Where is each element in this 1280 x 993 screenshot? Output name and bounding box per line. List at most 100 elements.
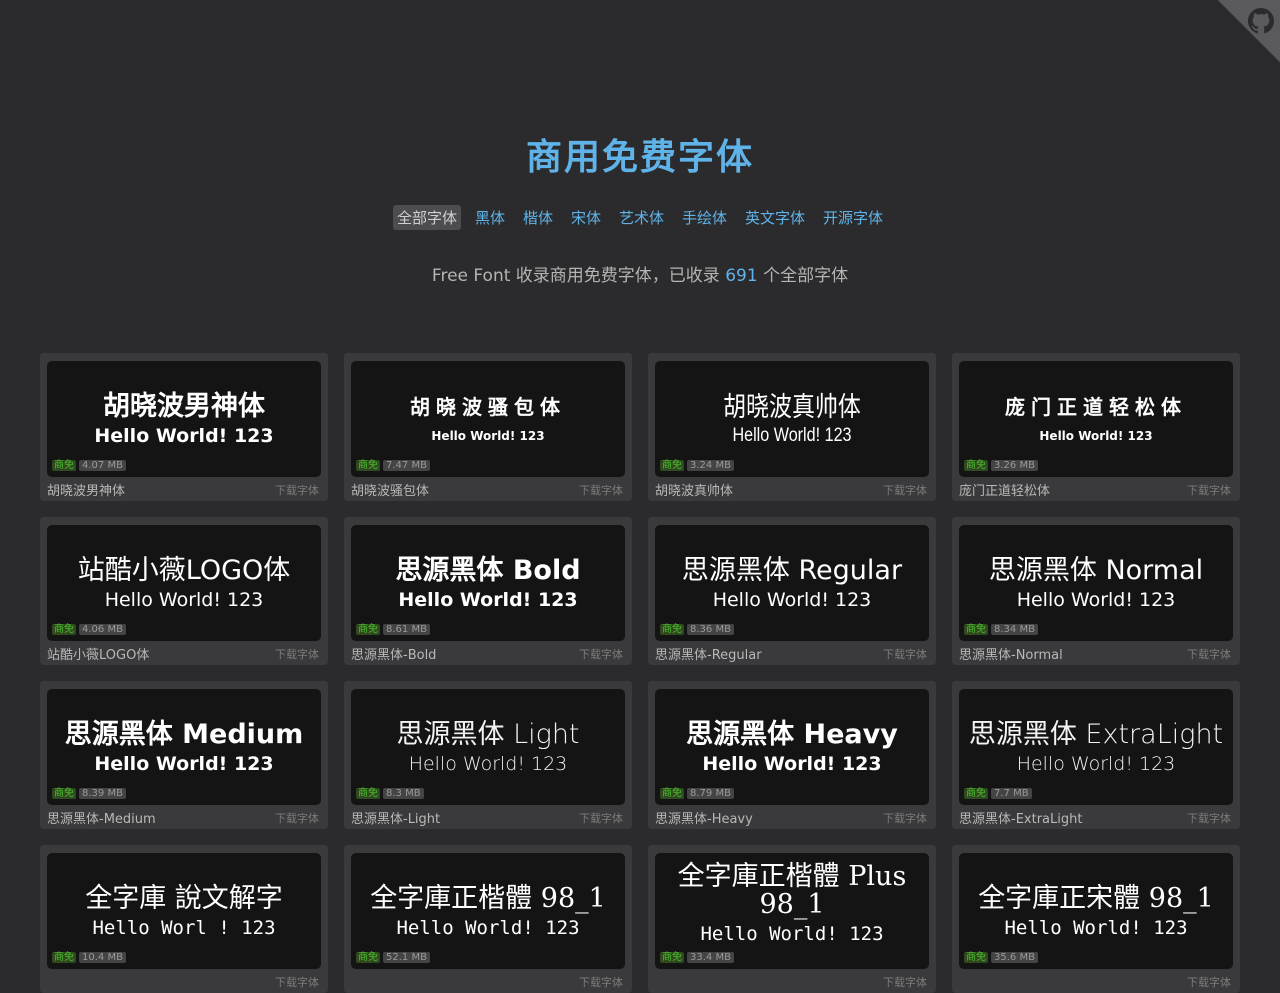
font-name-label[interactable]: 胡晓波骚包体 xyxy=(351,480,429,499)
preview-font-name: 全字庫 說文解字 xyxy=(85,883,283,914)
file-size-badge: 8.36 MB xyxy=(687,624,734,635)
font-count: 691 xyxy=(725,266,758,286)
commercial-free-badge: 商免 xyxy=(660,952,684,963)
download-link[interactable]: 下载字体 xyxy=(275,482,319,498)
nav-item-0[interactable]: 全部字体 xyxy=(392,205,461,230)
download-link[interactable]: 下载字体 xyxy=(275,646,319,662)
font-name-label[interactable]: 思源黑体-Heavy xyxy=(655,808,753,827)
download-link[interactable]: 下载字体 xyxy=(1187,810,1231,826)
nav-item-6[interactable]: 英文字体 xyxy=(741,205,809,230)
font-card[interactable]: 庞门正道轻松体 Hello World! 123 商免 3.26 MB 庞门正道轻松体 下… xyxy=(952,353,1240,501)
font-card[interactable]: 站酷小薇LOGO体 Hello World! 123 商免 4.06 MB 站酷小薇LO… xyxy=(40,517,328,665)
font-tags: 商免 10.4 MB xyxy=(52,952,126,964)
category-nav: 全部字体 黑体 楷体 宋体 艺术体 手绘体 英文字体 开源字体 xyxy=(0,205,1280,230)
file-size-badge: 8.39 MB xyxy=(79,788,126,799)
download-link[interactable]: 下载字体 xyxy=(579,482,623,498)
download-link[interactable]: 下载字体 xyxy=(1187,646,1231,662)
download-link[interactable]: 下载字体 xyxy=(275,810,319,826)
font-preview[interactable]: 胡晓波真帅体 Hello World! 123 商免 3.24 MB xyxy=(655,361,929,477)
font-preview[interactable]: 全字庫 說文解字 Hello Worl ! 123 商免 10.4 MB xyxy=(47,853,321,969)
github-octocat-icon xyxy=(1248,8,1274,34)
font-card[interactable]: 思源黑体 Regular Hello World! 123 商免 8.36 MB 思源黑… xyxy=(648,517,936,665)
font-preview[interactable]: 全字庫正楷體 98_1 Hello World! 123 商免 52.1 MB xyxy=(351,853,625,969)
font-tags: 商免 35.6 MB xyxy=(964,952,1038,964)
preview-font-name: 思源黑体 ExtraLight xyxy=(968,719,1224,750)
font-card[interactable]: 全字庫正宋體 98_1 Hello World! 123 商免 35.6 MB 下载字体 xyxy=(952,845,1240,993)
font-tags: 商免 8.39 MB xyxy=(52,788,126,800)
preview-font-name: 站酷小薇LOGO体 xyxy=(77,555,291,586)
font-card[interactable]: 思源黑体 Medium Hello World! 123 商免 8.39 MB 思源黑体… xyxy=(40,681,328,829)
preview-sample-text: Hello World! 123 xyxy=(104,589,264,611)
commercial-free-badge: 商免 xyxy=(52,952,76,963)
nav-item-7[interactable]: 开源字体 xyxy=(819,205,887,230)
preview-sample-text: Hello World! 123 xyxy=(700,923,884,945)
download-link[interactable]: 下载字体 xyxy=(883,482,927,498)
font-name-label[interactable]: 思源黑体-Normal xyxy=(959,644,1063,663)
font-card[interactable]: 思源黑体 Heavy Hello World! 123 商免 8.79 MB 思源黑体-… xyxy=(648,681,936,829)
font-card[interactable]: 胡晓波真帅体 Hello World! 123 商免 3.24 MB 胡晓波真帅体 下载字… xyxy=(648,353,936,501)
github-corner-link[interactable] xyxy=(1218,0,1280,62)
font-card[interactable]: 思源黑体 Normal Hello World! 123 商免 8.34 MB 思源黑体… xyxy=(952,517,1240,665)
font-name-label[interactable]: 思源黑体-ExtraLight xyxy=(959,808,1082,827)
font-preview[interactable]: 全字庫正楷體 Plus 98_1 Hello World! 123 商免 33.4 M… xyxy=(655,853,929,969)
font-preview[interactable]: 站酷小薇LOGO体 Hello World! 123 商免 4.06 MB xyxy=(47,525,321,641)
font-name-label[interactable]: 胡晓波男神体 xyxy=(47,480,125,499)
preview-font-name: 思源黑体 Medium xyxy=(64,719,304,750)
commercial-free-badge: 商免 xyxy=(356,788,380,799)
font-preview[interactable]: 思源黑体 Regular Hello World! 123 商免 8.36 MB xyxy=(655,525,929,641)
preview-font-name: 胡晓波骚包体 xyxy=(410,395,566,419)
preview-font-name: 思源黑体 Normal xyxy=(988,555,1204,586)
font-card[interactable]: 思源黑体 Bold Hello World! 123 商免 8.61 MB 思源黑体-B… xyxy=(344,517,632,665)
commercial-free-badge: 商免 xyxy=(964,952,988,963)
file-size-badge: 3.26 MB xyxy=(991,460,1038,471)
commercial-free-badge: 商免 xyxy=(52,460,76,471)
font-card[interactable]: 全字庫正楷體 Plus 98_1 Hello World! 123 商免 33.4 M… xyxy=(648,845,936,993)
font-name-label[interactable]: 庞门正道轻松体 xyxy=(959,480,1050,499)
font-preview[interactable]: 胡晓波男神体 Hello World! 123 商免 4.07 MB xyxy=(47,361,321,477)
font-name-label[interactable]: 站酷小薇LOGO体 xyxy=(47,644,149,663)
font-card[interactable]: 思源黑体 Light Hello World! 123 商免 8.3 MB 思源黑体-L… xyxy=(344,681,632,829)
font-name-label[interactable]: 胡晓波真帅体 xyxy=(655,480,733,499)
nav-item-2[interactable]: 楷体 xyxy=(519,205,557,230)
font-card[interactable]: 胡晓波骚包体 Hello World! 123 商免 7.47 MB 胡晓波骚包体 下载字… xyxy=(344,353,632,501)
font-card[interactable]: 全字庫 說文解字 Hello Worl ! 123 商免 10.4 MB 下载字体 xyxy=(40,845,328,993)
font-card[interactable]: 全字庫正楷體 98_1 Hello World! 123 商免 52.1 MB 下载字体 xyxy=(344,845,632,993)
nav-item-1[interactable]: 黑体 xyxy=(471,205,509,230)
commercial-free-badge: 商免 xyxy=(356,952,380,963)
commercial-free-badge: 商免 xyxy=(356,624,380,635)
font-tags: 商免 8.79 MB xyxy=(660,788,734,800)
download-link[interactable]: 下载字体 xyxy=(1187,482,1231,498)
font-name-label[interactable]: 思源黑体-Bold xyxy=(351,644,436,663)
download-link[interactable]: 下载字体 xyxy=(1187,974,1231,990)
font-preview[interactable]: 庞门正道轻松体 Hello World! 123 商免 3.26 MB xyxy=(959,361,1233,477)
download-link[interactable]: 下载字体 xyxy=(579,974,623,990)
download-link[interactable]: 下载字体 xyxy=(883,974,927,990)
preview-font-name: 全字庫正楷體 Plus 98_1 xyxy=(677,861,907,920)
font-preview[interactable]: 思源黑体 Normal Hello World! 123 商免 8.34 MB xyxy=(959,525,1233,641)
file-size-badge: 35.6 MB xyxy=(991,952,1038,963)
download-link[interactable]: 下载字体 xyxy=(579,646,623,662)
download-link[interactable]: 下载字体 xyxy=(275,974,319,990)
font-name-label[interactable]: 思源黑体-Regular xyxy=(655,644,762,663)
font-preview[interactable]: 胡晓波骚包体 Hello World! 123 商免 7.47 MB xyxy=(351,361,625,477)
font-card[interactable]: 胡晓波男神体 Hello World! 123 商免 4.07 MB 胡晓波男神体 下载字… xyxy=(40,353,328,501)
font-name-label[interactable]: 思源黑体-Light xyxy=(351,808,440,827)
commercial-free-badge: 商免 xyxy=(660,460,684,471)
download-link[interactable]: 下载字体 xyxy=(883,810,927,826)
download-link[interactable]: 下载字体 xyxy=(883,646,927,662)
nav-item-5[interactable]: 手绘体 xyxy=(678,205,731,230)
commercial-free-badge: 商免 xyxy=(356,460,380,471)
font-preview[interactable]: 思源黑体 Medium Hello World! 123 商免 8.39 MB xyxy=(47,689,321,805)
nav-item-3[interactable]: 宋体 xyxy=(567,205,605,230)
font-name-label[interactable]: 思源黑体-Medium xyxy=(47,808,156,827)
font-preview[interactable]: 思源黑体 Light Hello World! 123 商免 8.3 MB xyxy=(351,689,625,805)
font-card[interactable]: 思源黑体 ExtraLight Hello World! 123 商免 7.7 MB 思… xyxy=(952,681,1240,829)
nav-item-4[interactable]: 艺术体 xyxy=(615,205,668,230)
font-preview[interactable]: 思源黑体 Heavy Hello World! 123 商免 8.79 MB xyxy=(655,689,929,805)
font-preview[interactable]: 思源黑体 Bold Hello World! 123 商免 8.61 MB xyxy=(351,525,625,641)
download-link[interactable]: 下载字体 xyxy=(579,810,623,826)
preview-sample-text: Hello World! 123 xyxy=(732,425,852,446)
font-preview[interactable]: 思源黑体 ExtraLight Hello World! 123 商免 7.7 MB xyxy=(959,689,1233,805)
preview-sample-text: Hello Worl ! 123 xyxy=(92,917,276,939)
font-preview[interactable]: 全字庫正宋體 98_1 Hello World! 123 商免 35.6 MB xyxy=(959,853,1233,969)
